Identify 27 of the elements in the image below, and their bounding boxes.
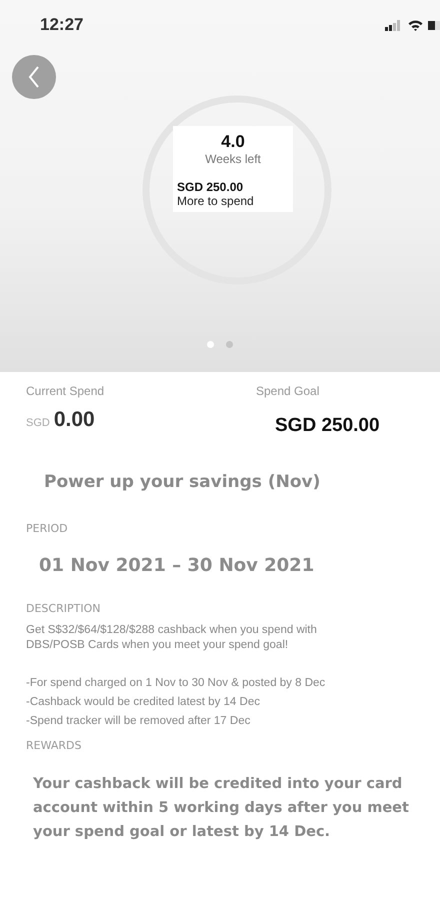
- spend-goal-value: SGD 250.00: [275, 415, 381, 437]
- wifi-icon: [408, 20, 423, 30]
- back-button[interactable]: [12, 55, 56, 99]
- description-text: Get S$32/$64/$128/$288 cashback when you spend with DBS/POSB Cards when you meet your spend goal!: [26, 623, 318, 653]
- weeks-label: Weeks left: [204, 152, 262, 166]
- currency-label: SGD: [26, 417, 50, 429]
- remaining-label: More to spend: [176, 194, 255, 208]
- weeks-value: 4.0: [220, 132, 246, 152]
- section-label: REWARDS: [25, 739, 82, 752]
- spend-goal-label: Spend Goal: [256, 384, 320, 398]
- section-label: PERIOD: [25, 522, 69, 535]
- description-bullet: -Cashback would be credited latest by 14 Dec: [26, 695, 261, 710]
- pager-dot[interactable]: [207, 341, 214, 348]
- current-spend-label: Current Spend: [26, 384, 106, 398]
- status-time: 12:27: [40, 15, 84, 35]
- remaining-amount: SGD 250.00: [176, 180, 244, 194]
- description-bullet: -Spend tracker will be removed after 17 Dec: [26, 714, 252, 729]
- current-spend-value: 0.00: [54, 408, 95, 432]
- battery-icon: [428, 20, 440, 30]
- campaign-title: Power up your savings (Nov): [43, 471, 322, 492]
- rewards-text: Your cashback will be credited into your card account within 5 working days after you meet your spend goal or latest by 14 Dec.: [33, 775, 410, 842]
- chevron-left-icon: [27, 65, 41, 89]
- pager-dot[interactable]: [226, 341, 233, 348]
- signal-icon: [385, 20, 403, 30]
- description-bullet: -For spend charged on 1 Nov to 30 Nov & posted by 8 Dec: [26, 676, 326, 691]
- section-label: DESCRIPTION: [25, 602, 102, 615]
- period-dates: 01 Nov 2021 – 30 Nov 2021: [38, 554, 316, 576]
